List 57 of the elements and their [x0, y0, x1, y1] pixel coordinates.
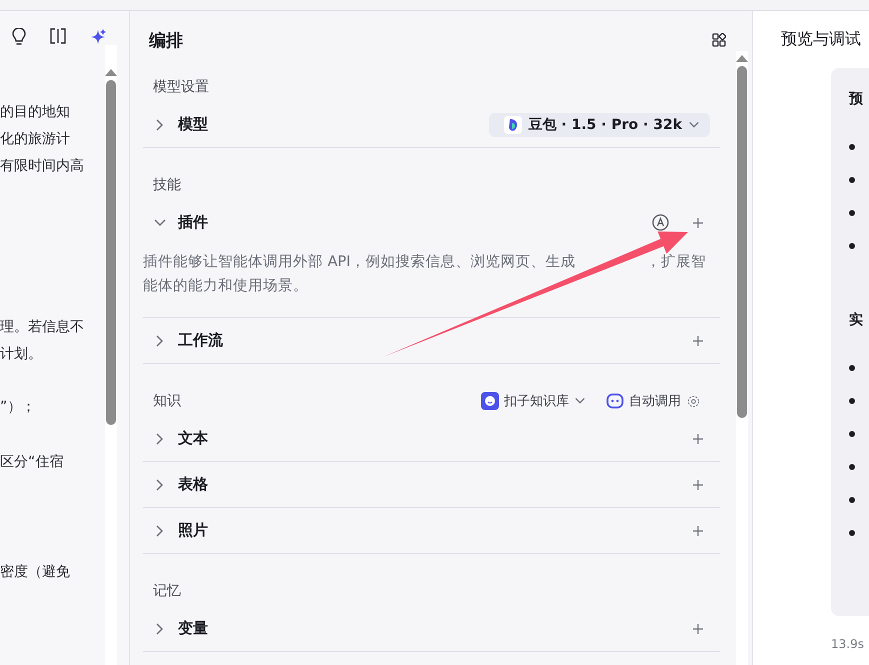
row-label[interactable]: 照片 — [178, 521, 681, 540]
auto-call-button[interactable]: 自动调用 — [606, 392, 681, 410]
auto-mode-icon[interactable] — [652, 214, 669, 231]
elapsed-time: 13.9s — [831, 637, 865, 651]
description-text: 插件能够让智能体调用外部 API，例如搜索信息、浏览网页、生成 — [143, 252, 576, 272]
text-line: 有限时间内高 — [0, 157, 85, 176]
bullet-icon — [849, 464, 855, 470]
split-view-icon[interactable] — [49, 28, 67, 44]
knowledge-base-dropdown[interactable]: 扣子知识库 — [481, 392, 586, 410]
row-label[interactable]: 变量 — [178, 619, 681, 638]
scrollbar[interactable] — [736, 51, 748, 665]
add-icon[interactable] — [692, 334, 704, 346]
text-line: 计划。 — [0, 345, 43, 364]
bullet-icon — [849, 431, 855, 437]
section-title: 模型设置 — [152, 78, 210, 97]
text-line: ”）； — [0, 398, 36, 417]
bullet-icon — [849, 243, 855, 249]
add-icon[interactable] — [692, 478, 704, 490]
description-text: ，扩展智 — [646, 252, 706, 272]
section-title: 技能 — [152, 176, 182, 195]
text-line: 密度（避免 — [0, 563, 71, 582]
model-selector[interactable]: 豆包 · 1.5 · Pro · 32k — [489, 112, 710, 136]
add-icon[interactable] — [692, 432, 704, 444]
section-title: 知识 — [152, 392, 182, 411]
row-label[interactable]: 模型 — [178, 115, 478, 134]
text-line: 理。若信息不 — [0, 318, 85, 337]
row-label[interactable]: 表格 — [178, 475, 681, 494]
row-label[interactable]: 文本 — [178, 429, 681, 448]
settings-icon[interactable] — [687, 394, 700, 408]
scrollbar[interactable] — [105, 45, 117, 665]
row-label[interactable]: 插件 — [178, 213, 641, 232]
bullet-icon — [849, 177, 855, 183]
sparkle-icon[interactable] — [89, 28, 107, 46]
heading: 预 — [849, 91, 863, 107]
grid-icon[interactable] — [712, 33, 726, 47]
bullet-icon — [849, 365, 855, 371]
knowledge-base-logo — [481, 392, 499, 410]
panel-title: 编排 — [149, 30, 183, 52]
bullet-icon — [849, 530, 855, 536]
text-line: 化的旅游计 — [0, 130, 71, 149]
panel-title: 预览与调试 — [781, 29, 861, 48]
add-icon[interactable] — [692, 524, 704, 536]
heading: 实 — [849, 312, 863, 328]
robot-face-icon — [606, 393, 624, 409]
description-text: 能体的能力和使用场景。 — [143, 277, 308, 296]
lightbulb-icon[interactable] — [11, 28, 27, 46]
add-icon[interactable] — [692, 216, 704, 228]
bullet-icon — [849, 210, 855, 216]
section-title: 记忆 — [152, 582, 182, 601]
model-logo — [504, 116, 522, 134]
text-line: 的目的地知 — [0, 103, 71, 122]
bullet-icon — [849, 398, 855, 404]
text-line: 区分“住宿 — [0, 453, 64, 472]
bullet-icon — [849, 144, 855, 150]
row-label[interactable]: 工作流 — [178, 331, 681, 350]
add-icon[interactable] — [692, 622, 704, 634]
bullet-icon — [849, 497, 855, 503]
